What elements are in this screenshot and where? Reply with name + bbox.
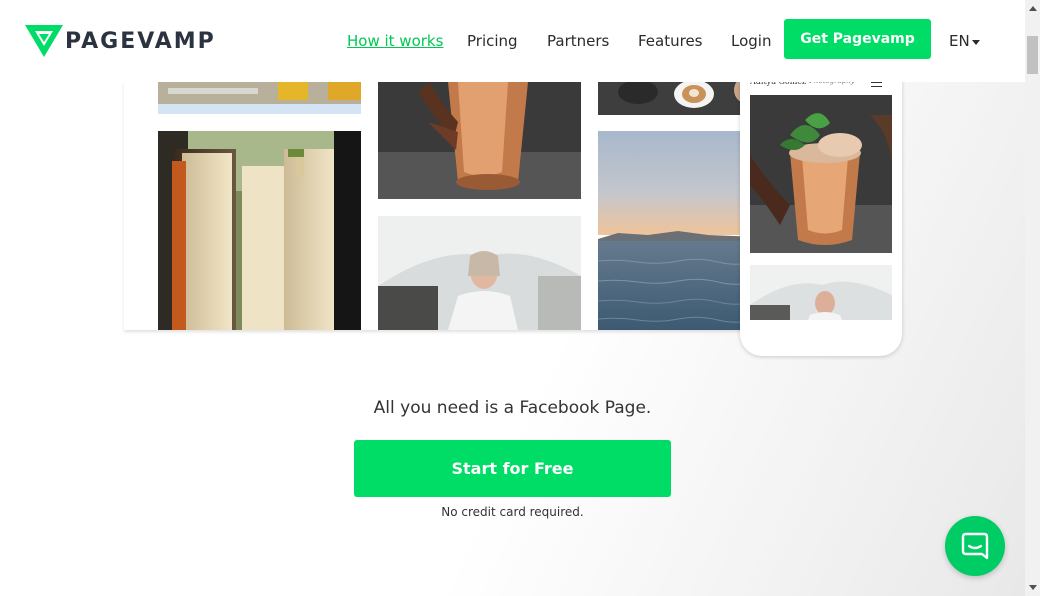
mobile-preview: Aditya Gomez Photography xyxy=(740,62,902,356)
get-pagevamp-button[interactable]: Get Pagevamp xyxy=(784,19,931,59)
sea-sunset-photo xyxy=(598,131,760,330)
building-photo xyxy=(158,82,361,114)
nav-login[interactable]: Login xyxy=(731,32,771,50)
nav-pricing[interactable]: Pricing xyxy=(467,32,518,50)
start-for-free-button[interactable]: Start for Free xyxy=(354,440,671,497)
chat-widget-button[interactable] xyxy=(945,516,1005,576)
scroll-thumb[interactable] xyxy=(1027,36,1038,74)
chevron-down-icon xyxy=(971,39,980,45)
woman-cloth-photo xyxy=(378,216,581,330)
nav-partners[interactable]: Partners xyxy=(547,32,609,50)
nav-features[interactable]: Features xyxy=(638,32,703,50)
site-header: PAGEVAMP How it works Pricing Partners F… xyxy=(0,0,1025,82)
scroll-down-icon[interactable] xyxy=(1029,585,1037,590)
nav-how-it-works[interactable]: How it works xyxy=(347,32,443,50)
chat-bubble-icon xyxy=(961,532,989,560)
mobile-woman-photo xyxy=(750,265,892,320)
page-scrollbar[interactable] xyxy=(1025,0,1040,596)
coffee-photo xyxy=(598,82,760,115)
language-selector[interactable]: EN xyxy=(949,32,980,50)
language-label: EN xyxy=(949,32,970,50)
hero-tagline: All you need is a Facebook Page. xyxy=(373,398,652,418)
no-credit-card-note: No credit card required. xyxy=(441,505,584,519)
mint-drink-photo xyxy=(750,95,892,253)
desktop-preview xyxy=(124,82,760,330)
scroll-up-icon[interactable] xyxy=(1029,6,1037,11)
copper-mug-photo xyxy=(378,82,581,199)
books-photo xyxy=(158,131,361,330)
